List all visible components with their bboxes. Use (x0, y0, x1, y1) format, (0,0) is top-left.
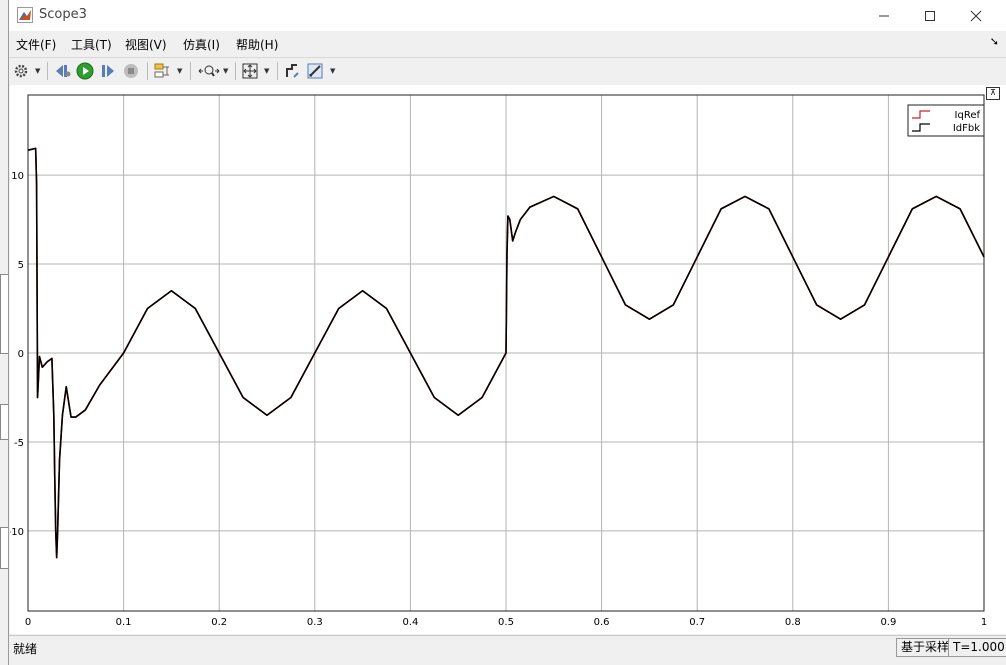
fit-icon (242, 63, 258, 79)
close-button[interactable] (953, 0, 999, 31)
toolbar-separator (47, 62, 48, 80)
x-tick-label: 1 (981, 617, 987, 628)
menu-tools[interactable]: 工具(T) (71, 36, 112, 53)
minimize-button[interactable] (861, 0, 907, 31)
toolbar-separator (277, 62, 278, 80)
toolbar-separator (147, 62, 148, 80)
zoom-dropdown-icon[interactable]: ▼ (223, 67, 228, 75)
step-forward-icon (102, 65, 114, 77)
x-tick-label: 0.4 (402, 617, 418, 628)
fit-button[interactable] (240, 61, 260, 81)
stop-button[interactable] (121, 61, 141, 81)
simulation-time-indicator: T=1.000 (948, 638, 1006, 657)
undock-axes-icon[interactable]: ⊼ (986, 87, 1000, 100)
y-tick-label: 5 (18, 260, 24, 271)
legend-label-iqref: IqRef (955, 110, 981, 121)
run-button[interactable] (75, 61, 95, 81)
step-back-icon (56, 65, 71, 77)
window-title: Scope3 (39, 7, 87, 22)
x-tick-label: 0.5 (498, 617, 514, 628)
signal-highlight-button[interactable] (153, 61, 173, 81)
zoom-button[interactable] (197, 61, 221, 81)
toolbar: ▼ ▼ ▼ ▼ ▼ (9, 57, 1006, 86)
scope-window: Scope3 文件(F) 工具(T) 视图(V) 仿真(I) 帮助(H) ➘ ▼ (8, 0, 1006, 665)
plot-area[interactable]: 0 0.1 0.2 0.3 0.4 0.5 0.6 0.7 0.8 0.9 1 -10 -5 0 5 10 Iq… (8, 85, 1006, 634)
maximize-button[interactable] (907, 0, 953, 31)
x-tick-label: 0.6 (594, 617, 610, 628)
x-tick-label: 0.2 (211, 617, 227, 628)
dock-arrow-icon[interactable]: ➘ (990, 35, 999, 48)
measure-icon (307, 63, 323, 79)
x-tick-label: 0.8 (785, 617, 801, 628)
close-icon (970, 10, 982, 21)
signal-highlight-icon (154, 63, 169, 78)
y-tick-label: 10 (11, 171, 24, 182)
minimize-icon (879, 15, 889, 16)
measure-dropdown-icon[interactable]: ▼ (330, 67, 335, 75)
scope-canvas: ⊼ 0 0.1 0.2 0.3 0.4 0.5 0.6 0.7 0.8 0.9 1 -10 -5 0 5 10… (8, 85, 1006, 634)
menu-help[interactable]: 帮助(H) (236, 36, 278, 53)
step-forward-button[interactable] (98, 61, 118, 81)
x-tick-label: 0 (25, 617, 31, 628)
legend-label-idfbk: IdFbk (953, 123, 980, 134)
toolbar-separator (190, 62, 191, 80)
menu-bar: 文件(F) 工具(T) 视图(V) 仿真(I) 帮助(H) ➘ (9, 33, 1006, 55)
y-tick-label: -5 (14, 438, 24, 449)
title-bar[interactable]: Scope3 (9, 0, 1006, 31)
status-text: 就绪 (13, 642, 38, 656)
status-bar: 就绪 基于采样 T=1.000 (9, 635, 1006, 658)
measure-button[interactable] (305, 61, 325, 81)
menu-simulation[interactable]: 仿真(I) (183, 36, 220, 53)
step-back-button[interactable] (53, 61, 73, 81)
x-tick-label: 0.9 (880, 617, 896, 628)
menu-view[interactable]: 视图(V) (125, 36, 167, 53)
settings-icon (14, 64, 28, 78)
sample-mode-indicator: 基于采样 (896, 638, 955, 657)
matlab-icon (17, 7, 33, 23)
signal-dropdown-icon[interactable]: ▼ (177, 67, 182, 75)
y-tick-label: -10 (10, 527, 24, 538)
fit-dropdown-icon[interactable]: ▼ (264, 67, 269, 75)
y-tick-label: 0 (18, 349, 24, 360)
x-tick-label: 0.7 (689, 617, 705, 628)
style-icon (286, 64, 299, 78)
x-tick-label: 0.3 (307, 617, 323, 628)
run-icon (76, 62, 94, 80)
maximize-icon (925, 10, 935, 21)
zoom-icon (198, 65, 220, 77)
toolbar-separator (235, 62, 236, 80)
settings-button[interactable] (12, 61, 30, 81)
x-tick-label: 0.1 (116, 617, 132, 628)
style-button[interactable] (282, 61, 302, 81)
menu-file[interactable]: 文件(F) (16, 36, 56, 53)
stop-icon (124, 64, 138, 78)
settings-dropdown-icon[interactable]: ▼ (35, 67, 40, 75)
